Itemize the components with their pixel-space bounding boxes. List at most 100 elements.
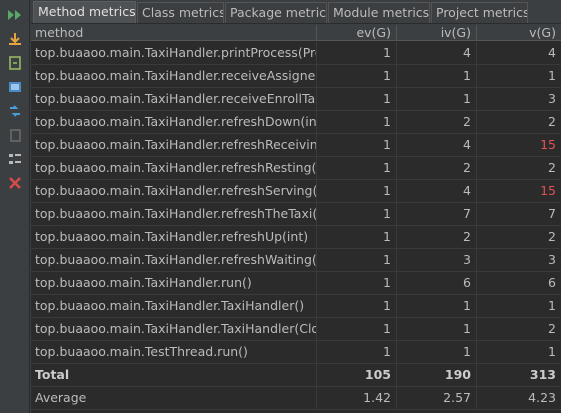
iv-cell: 6 [397, 272, 477, 294]
table-row[interactable]: top.buaaoo.main.TaxiHandler.TaxiHandler(… [31, 318, 561, 341]
v-cell: 1 [548, 344, 556, 359]
method-cell: top.buaaoo.main.TaxiHandler.printProcess… [31, 42, 317, 64]
iv-cell: 4 [397, 180, 477, 202]
method-cell: top.buaaoo.main.TaxiHandler.refreshTheTa… [31, 203, 317, 225]
ev-cell: 1 [317, 341, 397, 363]
v-cell: 7 [548, 206, 556, 221]
average-row[interactable]: Average 1.42 2.57 4.23 [31, 387, 561, 410]
method-cell: top.buaaoo.main.TaxiHandler.refreshResti… [31, 157, 317, 179]
tab-method-metrics[interactable]: Method metrics [33, 1, 136, 23]
ev-cell: 1 [317, 203, 397, 225]
side-toolbar [0, 0, 30, 413]
iv-cell: 3 [397, 249, 477, 271]
column-header-iv[interactable]: iv(G) [397, 25, 477, 40]
v-cell: 2 [548, 321, 556, 336]
v-cell: 1 [548, 68, 556, 83]
tab-project-metrics[interactable]: Project metrics [431, 2, 528, 23]
ev-cell: 1 [317, 318, 397, 340]
export-icon[interactable] [6, 30, 24, 48]
iv-cell: 7 [397, 203, 477, 225]
method-cell: top.buaaoo.main.TestThread.run() [31, 341, 317, 363]
total-row[interactable]: Total 105 190 313 [31, 364, 561, 387]
table-row[interactable]: top.buaaoo.main.TaxiHandler.receiveAssig… [31, 65, 561, 88]
v-cell: 2 [548, 229, 556, 244]
iv-cell: 2 [397, 226, 477, 248]
v-cell: 15 [540, 137, 556, 152]
iv-cell: 2.57 [397, 387, 477, 409]
iv-cell: 1 [397, 65, 477, 87]
column-header-method[interactable]: method [31, 25, 317, 40]
v-cell: 6 [548, 275, 556, 290]
method-cell: top.buaaoo.main.TaxiHandler.receiveAssig… [31, 65, 317, 87]
table-row[interactable]: top.buaaoo.main.TaxiHandler.refreshRecei… [31, 134, 561, 157]
ev-cell: 1 [317, 295, 397, 317]
table-row[interactable]: top.buaaoo.main.TaxiHandler.refreshResti… [31, 157, 561, 180]
table-header: method ev(G) iv(G) v(G) [31, 25, 561, 41]
method-metrics-table: method ev(G) iv(G) v(G) top.buaaoo.main.… [31, 25, 561, 413]
method-cell: top.buaaoo.main.TaxiHandler.refreshDown(… [31, 111, 317, 133]
tab-package-metrics[interactable]: Package metrics [225, 2, 327, 23]
copy-icon[interactable] [6, 126, 24, 144]
ev-cell: 1 [317, 157, 397, 179]
ev-cell: 1 [317, 226, 397, 248]
column-header-v[interactable]: v(G) [477, 25, 561, 40]
method-cell: top.buaaoo.main.TaxiHandler.refreshWaiti… [31, 249, 317, 271]
table-row[interactable]: top.buaaoo.main.TaxiHandler.run() 1 6 6 [31, 272, 561, 295]
ev-cell: 1 [317, 111, 397, 133]
open-file-icon[interactable] [6, 54, 24, 72]
table-row[interactable]: top.buaaoo.main.TaxiHandler.printProcess… [31, 42, 561, 65]
table-row[interactable]: top.buaaoo.main.TaxiHandler.receiveEnrol… [31, 88, 561, 111]
table-row[interactable]: top.buaaoo.main.TaxiHandler.refreshTheTa… [31, 203, 561, 226]
metrics-tab-bar: Method metrics Class metrics Package met… [31, 0, 561, 24]
ev-cell: 1 [317, 88, 397, 110]
method-cell: top.buaaoo.main.TaxiHandler.TaxiHandler(… [31, 318, 317, 340]
table-row[interactable]: top.buaaoo.main.TestThread.run() 1 1 1 [31, 341, 561, 364]
table-row[interactable]: top.buaaoo.main.TaxiHandler.refreshDown(… [31, 111, 561, 134]
run-icon[interactable] [6, 6, 24, 24]
group-icon[interactable] [6, 150, 24, 168]
ev-cell: 1 [317, 272, 397, 294]
table-row[interactable]: top.buaaoo.main.TaxiHandler.refreshWaiti… [31, 249, 561, 272]
iv-cell: 2 [397, 111, 477, 133]
iv-cell: 1 [397, 318, 477, 340]
iv-cell: 4 [397, 42, 477, 64]
tab-class-metrics[interactable]: Class metrics [137, 2, 224, 23]
method-cell: top.buaaoo.main.TaxiHandler.refreshServi… [31, 180, 317, 202]
method-cell: top.buaaoo.main.TaxiHandler.TaxiHandler(… [31, 295, 317, 317]
v-cell: 4 [548, 45, 556, 60]
table-row[interactable]: top.buaaoo.main.TaxiHandler.TaxiHandler(… [31, 295, 561, 318]
iv-cell: 190 [397, 364, 477, 386]
method-cell: top.buaaoo.main.TaxiHandler.refreshUp(in… [31, 226, 317, 248]
column-header-ev[interactable]: ev(G) [317, 25, 397, 40]
ev-cell: 105 [317, 364, 397, 386]
iv-cell: 1 [397, 295, 477, 317]
v-cell: 2 [548, 114, 556, 129]
table-row[interactable]: top.buaaoo.main.TaxiHandler.refreshUp(in… [31, 226, 561, 249]
method-cell: top.buaaoo.main.TaxiHandler.receiveEnrol… [31, 88, 317, 110]
v-cell: 1 [548, 298, 556, 313]
method-cell: top.buaaoo.main.TaxiHandler.run() [31, 272, 317, 294]
v-cell: 3 [548, 91, 556, 106]
screenshot-icon[interactable] [6, 78, 24, 96]
table-row[interactable]: top.buaaoo.main.TaxiHandler.refreshServi… [31, 180, 561, 203]
method-cell: Total [31, 364, 317, 386]
v-cell: 313 [529, 367, 556, 382]
v-cell: 4.23 [528, 390, 556, 405]
ev-cell: 1.42 [317, 387, 397, 409]
iv-cell: 4 [397, 134, 477, 156]
tab-module-metrics[interactable]: Module metrics [328, 2, 430, 23]
sort-icon[interactable] [6, 102, 24, 120]
iv-cell: 1 [397, 341, 477, 363]
method-cell: top.buaaoo.main.TaxiHandler.refreshRecei… [31, 134, 317, 156]
v-cell: 15 [540, 183, 556, 198]
v-cell: 3 [548, 252, 556, 267]
iv-cell: 1 [397, 88, 477, 110]
method-cell: Average [31, 387, 317, 409]
ev-cell: 1 [317, 42, 397, 64]
ev-cell: 1 [317, 134, 397, 156]
ev-cell: 1 [317, 180, 397, 202]
ev-cell: 1 [317, 249, 397, 271]
iv-cell: 2 [397, 157, 477, 179]
close-icon[interactable] [6, 174, 24, 192]
v-cell: 2 [548, 160, 556, 175]
